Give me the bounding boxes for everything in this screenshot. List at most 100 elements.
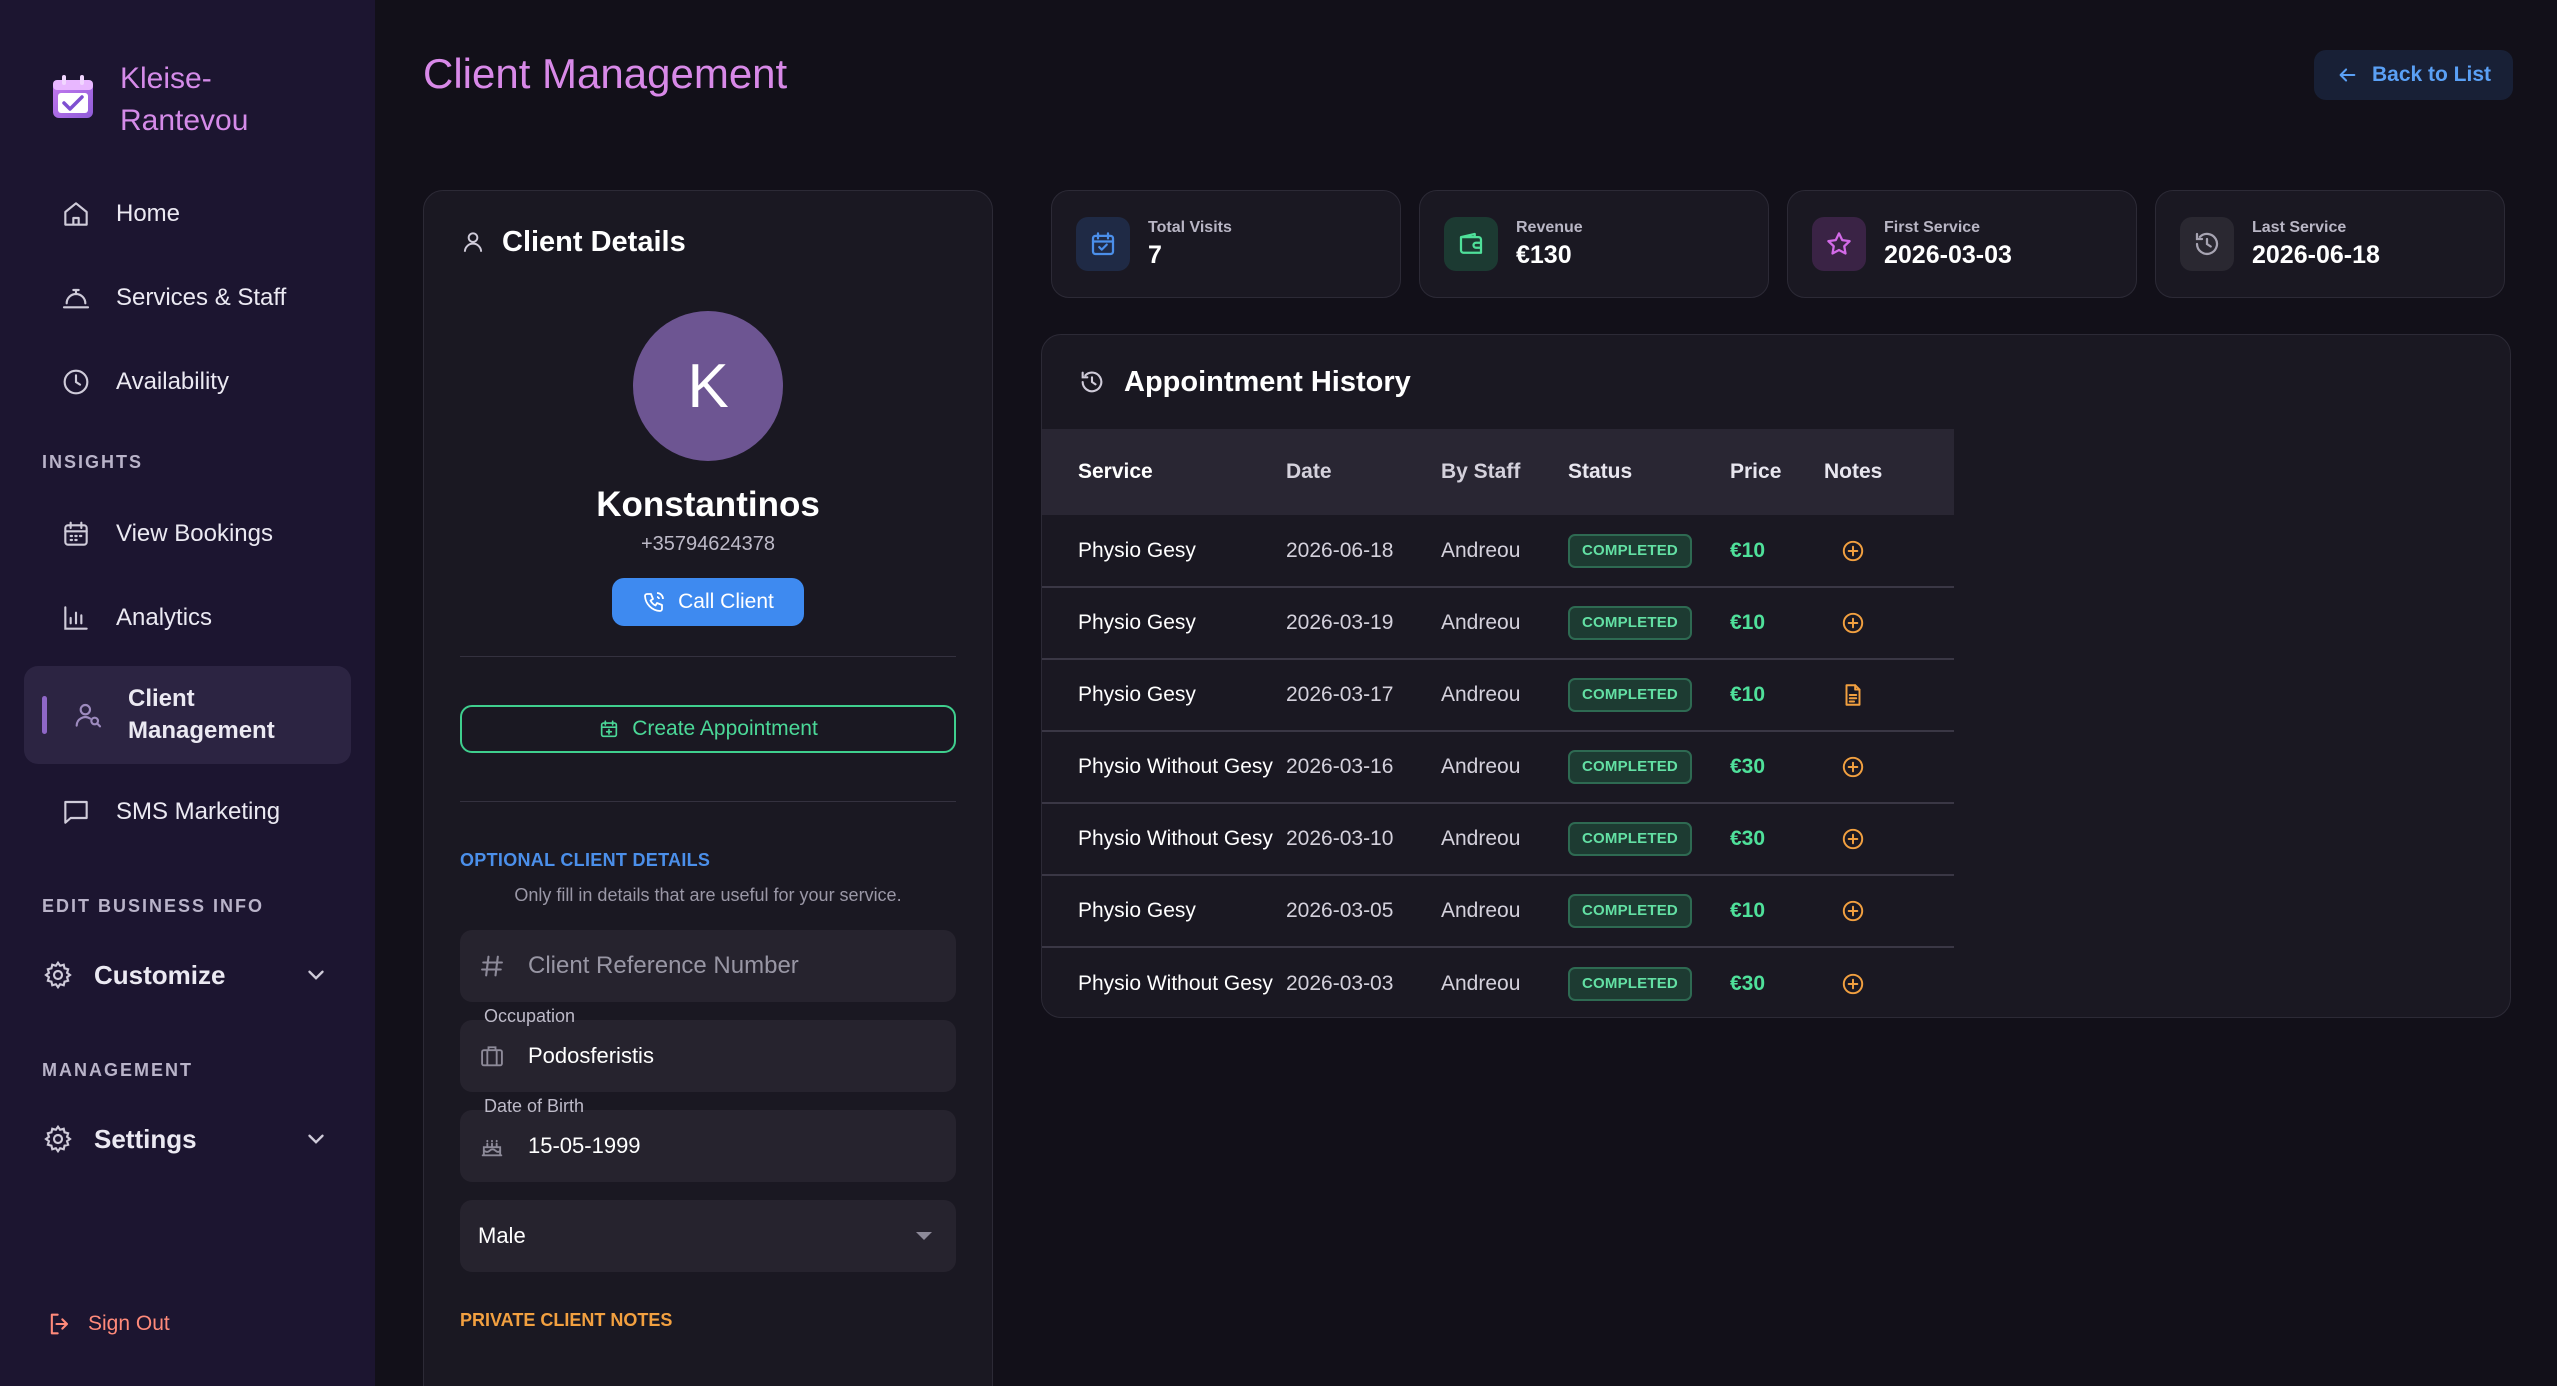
occupation-value: Podosferistis	[528, 1043, 654, 1068]
back-to-list-label: Back to List	[2371, 63, 2491, 86]
stat-value: 2026-03-03	[1884, 240, 2012, 269]
stat-icon-wrap	[1812, 217, 1866, 271]
private-notes-label: PRIVATE CLIENT NOTES	[460, 1310, 673, 1330]
status-badge: COMPLETED	[1568, 533, 1692, 568]
cell-status: COMPLETED	[1568, 587, 1730, 659]
appointment-history-header: Appointment History	[1042, 335, 2510, 429]
column-header-notes: Notes	[1824, 460, 1883, 483]
sign-out-button[interactable]: Sign Out	[46, 1310, 170, 1338]
sidebar-group-settings[interactable]: Settings	[24, 1104, 351, 1174]
sign-out-label: Sign Out	[88, 1312, 170, 1335]
table-row[interactable]: Physio Gesy 2026-03-05 Andreou COMPLETED €10	[1042, 875, 1954, 947]
price-value: €10	[1730, 538, 1766, 562]
stat-text: Total Visits 7	[1148, 219, 1232, 270]
home-icon	[64, 202, 88, 226]
brand-name: Kleise- Rantevou	[120, 58, 248, 142]
sidebar-item-services[interactable]: Services & Staff	[24, 262, 351, 334]
stat-revenue: Revenue €130	[1419, 190, 1769, 298]
sidebar-item-client-management[interactable]: Client Management	[24, 666, 351, 764]
table-row[interactable]: Physio Gesy 2026-03-19 Andreou COMPLETED €10	[1042, 587, 1954, 659]
status-badge: COMPLETED	[1568, 750, 1692, 784]
wallet-icon	[1459, 232, 1483, 254]
sidebar-item-bookings-label: View Bookings	[116, 520, 273, 547]
cell-staff: Andreou	[1441, 611, 1521, 634]
stat-value: 2026-06-18	[2252, 240, 2380, 269]
brand[interactable]: Kleise- Rantevou	[24, 0, 351, 178]
table-row[interactable]: Physio Without Gesy 2026-03-10 Andreou COMP…	[1042, 803, 1954, 875]
status-badge: COMPLETED	[1568, 606, 1692, 640]
column-header-price[interactable]: Price	[1730, 429, 1824, 515]
cell-staff: Andreou	[1441, 971, 1521, 995]
date-of-birth-value: 15-05-1999	[528, 1133, 641, 1158]
create-appointment-button[interactable]: Create Appointment	[460, 705, 956, 753]
section-label-insights: INSIGHTS	[42, 451, 144, 472]
column-header-date[interactable]: Date	[1286, 429, 1441, 515]
client-reference-field[interactable]: Client Reference Number	[460, 930, 956, 1002]
stat-label: Revenue	[1516, 218, 1583, 236]
briefcase-icon	[481, 1046, 503, 1067]
status-badge: COMPLETED	[1568, 894, 1692, 928]
occupation-field[interactable]: Occupation Podosferistis	[460, 1006, 956, 1092]
stat-total-visits: Total Visits 7	[1051, 190, 1401, 298]
sidebar-item-analytics[interactable]: Analytics	[24, 582, 351, 654]
add-note-icon[interactable]	[1840, 826, 1866, 852]
sidebar-item-home[interactable]: Home	[24, 178, 351, 250]
table-row[interactable]: Physio Gesy 2026-03-17 Andreou COMPLETED €10	[1042, 659, 1954, 731]
arrow-left-icon	[2339, 68, 2356, 82]
sidebar-group-customize-label: Customize	[94, 959, 226, 990]
column-header-status[interactable]: Status	[1568, 429, 1730, 515]
table-row[interactable]: Physio Gesy 2026-06-18 Andreou COMPLETED €10	[1042, 515, 1954, 587]
user-search-icon	[75, 703, 102, 728]
sidebar-item-sms[interactable]: SMS Marketing	[24, 776, 351, 848]
sidebar-item-bookings[interactable]: View Bookings	[24, 498, 351, 570]
table-row[interactable]: Physio Without Gesy 2026-03-03 Andreou COMP…	[1042, 947, 1954, 1017]
price-value: €10	[1730, 611, 1766, 634]
table-row[interactable]: Physio Without Gesy 2026-03-16 Andreou COMP…	[1042, 731, 1954, 803]
add-note-icon[interactable]	[1840, 971, 1866, 997]
gender-select[interactable]: Male	[460, 1200, 956, 1272]
add-note-icon[interactable]	[1840, 538, 1866, 564]
logout-icon	[50, 1313, 69, 1335]
history-icon	[2195, 232, 2219, 256]
client-phone: +35794624378	[640, 533, 776, 555]
create-appointment-label: Create Appointment	[632, 717, 818, 740]
cell-service: Physio Without Gesy	[1078, 827, 1273, 850]
sidebar-group-settings-label: Settings	[94, 1123, 197, 1154]
call-client-button[interactable]: Call Client	[612, 578, 804, 626]
column-header-staff[interactable]: By Staff	[1441, 429, 1568, 515]
sidebar: Kleise- Rantevou Home Services & Staff A…	[0, 0, 375, 1386]
cell-price: €10	[1730, 587, 1824, 659]
note-document-icon[interactable]	[1840, 682, 1866, 708]
stat-value: €130	[1516, 240, 1572, 269]
call-client-label: Call Client	[678, 590, 774, 613]
cell-staff: Andreou	[1441, 755, 1521, 778]
column-header-service[interactable]: Service	[1042, 429, 1286, 515]
cell-notes	[1824, 875, 1954, 947]
stat-label: Last Service	[2252, 218, 2347, 236]
add-note-icon[interactable]	[1840, 898, 1866, 924]
sidebar-group-customize[interactable]: Customize	[24, 940, 351, 1010]
date-of-birth-field[interactable]: Date of Birth 15-05-1999	[460, 1096, 956, 1182]
date-of-birth-label: Date of Birth	[484, 1096, 585, 1116]
sidebar-item-availability[interactable]: Availability	[24, 346, 351, 418]
back-to-list-button[interactable]: Back to List	[2313, 50, 2513, 100]
sidebar-item-client-management-label: Client Management	[128, 683, 275, 747]
cell-service: Physio Without Gesy	[1078, 755, 1273, 778]
add-note-icon[interactable]	[1840, 610, 1866, 636]
price-value: €10	[1730, 899, 1766, 922]
cell-staff: Andreou	[1441, 538, 1521, 562]
price-value: €30	[1730, 827, 1766, 850]
stat-value: 7	[1148, 240, 1162, 269]
star-icon	[1827, 232, 1851, 255]
cell-status: COMPLETED	[1568, 803, 1730, 875]
cell-price: €30	[1730, 947, 1824, 1017]
cell-date: 2026-03-17	[1286, 683, 1394, 706]
stat-icon-wrap	[1076, 217, 1130, 271]
chevron-down-icon	[308, 970, 324, 980]
section-label-edit-business: EDIT BUSINESS INFO	[42, 895, 265, 916]
cell-staff: Andreou	[1441, 827, 1521, 850]
gear-icon	[44, 1124, 72, 1154]
gender-value: Male	[478, 1223, 526, 1248]
add-note-icon[interactable]	[1840, 754, 1866, 780]
stat-first-service: First Service 2026-03-03	[1787, 190, 2137, 298]
